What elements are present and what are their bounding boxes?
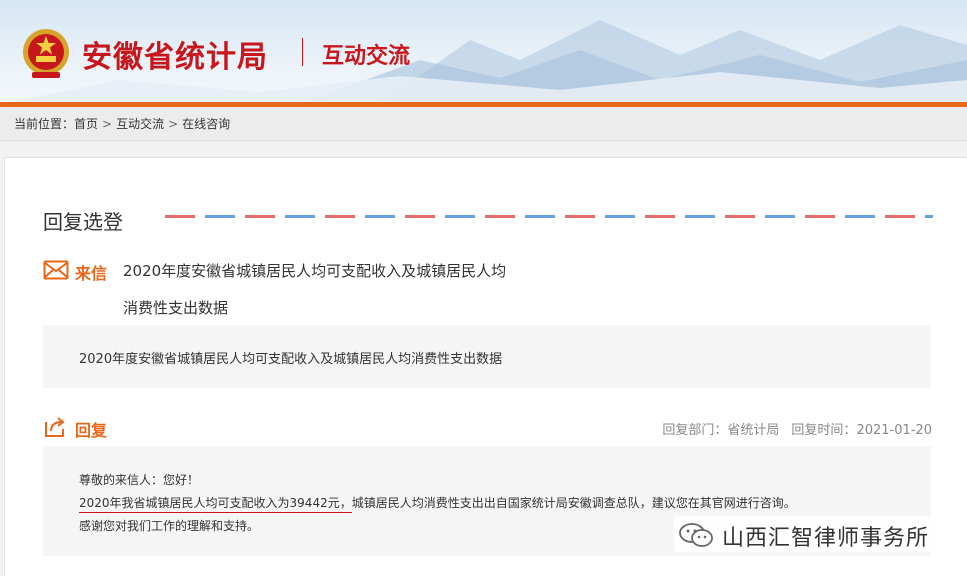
reply-time-value: 2021-01-20	[856, 423, 932, 438]
letter-content: 2020年度安徽省城镇居民人均可支配收入及城镇居民人均消费性支出数据	[79, 352, 503, 367]
letter-title-line2: 消费性支出数据	[123, 299, 229, 317]
watermark-text: 山西汇智律师事务所	[722, 526, 930, 551]
breadcrumb-separator: >	[168, 117, 179, 131]
title-divider	[302, 38, 303, 66]
reply-time-label: 回复时间：	[791, 423, 857, 438]
national-emblem-icon	[23, 29, 69, 78]
reply-dept-label: 回复部门：	[662, 423, 728, 438]
site-header: 安徽省统计局 互动交流	[0, 0, 967, 104]
reply-main-line: 2020年我省城镇居民人均可支配收入为39442元，城镇居民人均消费性支出出自国…	[79, 494, 796, 513]
letter-label: 来信	[75, 264, 108, 283]
reply-card: 回复选登 来信 2020年度安徽省城镇居民人均可支配收入及城镇居民人均 消费性支…	[4, 157, 967, 576]
watermark: 山西汇智律师事务所	[674, 516, 959, 552]
site-title[interactable]: 安徽省统计局	[82, 32, 268, 76]
breadcrumb-online-consult[interactable]: 在线咨询	[182, 117, 230, 131]
breadcrumb-home[interactable]: 首页	[74, 117, 98, 131]
reply-label: 回复	[75, 421, 108, 440]
breadcrumb: 当前位置：首页 > 互动交流 > 在线咨询	[0, 107, 967, 141]
letter-content-box: 2020年度安徽省城镇居民人均可支配收入及城镇居民人均消费性支出数据	[43, 325, 931, 388]
wechat-icon	[679, 523, 713, 547]
airmail-divider	[165, 215, 933, 218]
reply-main-rest: 城镇居民人均消费性支出出自国家统计局安徽调查总队，建议您在其官网进行咨询。	[351, 496, 796, 510]
section-title[interactable]: 互动交流	[322, 38, 410, 70]
letter-title-line1: 2020年度安徽省城镇居民人均可支配收入及城镇居民人均	[123, 262, 507, 280]
reply-greeting: 尊敬的来信人：您好！	[79, 473, 200, 487]
reply-closing: 感谢您对我们工作的理解和支持。	[79, 519, 260, 533]
reply-meta: 回复部门：省统计局 回复时间：2021-01-20	[662, 419, 932, 438]
breadcrumb-interaction[interactable]: 互动交流	[116, 117, 164, 131]
envelope-icon	[43, 260, 69, 280]
reply-share-icon	[45, 417, 65, 437]
reply-highlight: 2020年我省城镇居民人均可支配收入为39442元，	[79, 496, 352, 513]
breadcrumb-prefix: 当前位置：	[14, 117, 75, 131]
page-heading: 回复选登	[43, 210, 123, 234]
breadcrumb-separator: >	[102, 117, 113, 131]
reply-dept-value: 省统计局	[727, 423, 780, 438]
